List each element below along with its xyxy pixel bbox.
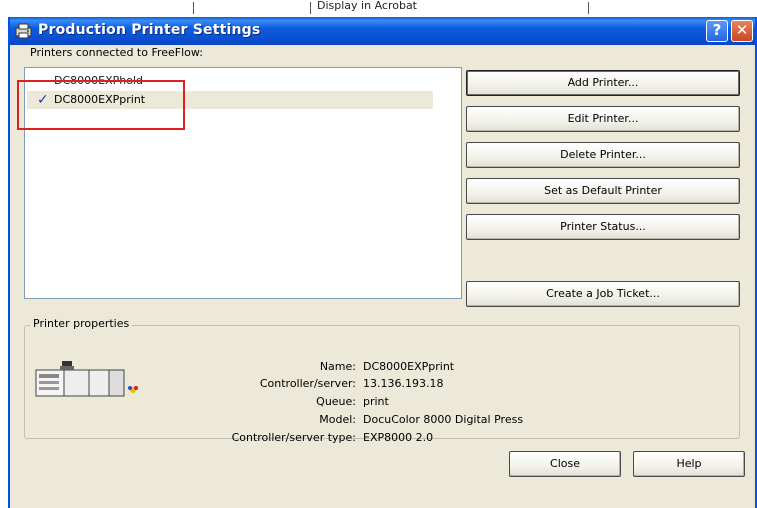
help-button[interactable]: Help [633, 451, 745, 477]
separator [310, 2, 311, 14]
add-printer-button[interactable]: Add Printer... [466, 70, 740, 96]
property-value: DocuColor 8000 Digital Press [363, 413, 524, 426]
property-key: Name: [319, 360, 356, 373]
close-button[interactable]: Close [509, 451, 621, 477]
set-default-printer-button[interactable]: Set as Default Printer [466, 178, 740, 204]
create-job-ticket-button[interactable]: Create a Job Ticket... [466, 281, 740, 307]
window-title: Production Printer Settings [38, 22, 261, 38]
printers-list-label: Printers connected to FreeFlow: [30, 46, 204, 59]
property-value: DC8000EXPprint [363, 360, 455, 373]
property-key: Controller/server: [259, 377, 356, 390]
delete-printer-button[interactable]: Delete Printer... [466, 142, 740, 168]
property-value: print [363, 395, 389, 408]
printer-status-button[interactable]: Printer Status... [466, 214, 740, 240]
property-key: Model: [319, 413, 356, 426]
property-key: Queue: [316, 395, 356, 408]
title-bar[interactable]: Production Printer Settings ? ✕ [10, 17, 755, 45]
printer-properties-legend: Printer properties [30, 317, 133, 330]
separator [193, 2, 194, 14]
property-value: EXP8000 2.0 [363, 431, 434, 444]
printer-image-icon [35, 361, 138, 397]
edit-printer-button[interactable]: Edit Printer... [466, 106, 740, 132]
separator [588, 2, 589, 14]
highlight-annotation [17, 80, 185, 130]
background-app: Display in Acrobat [0, 0, 757, 18]
printer-app-icon [15, 23, 32, 39]
property-value: 13.136.193.18 [363, 377, 444, 390]
close-title-button[interactable]: ✕ [731, 20, 753, 42]
background-menu-item: Display in Acrobat [317, 0, 417, 12]
help-title-button[interactable]: ? [706, 20, 728, 42]
property-key: Controller/server type: [231, 431, 356, 444]
